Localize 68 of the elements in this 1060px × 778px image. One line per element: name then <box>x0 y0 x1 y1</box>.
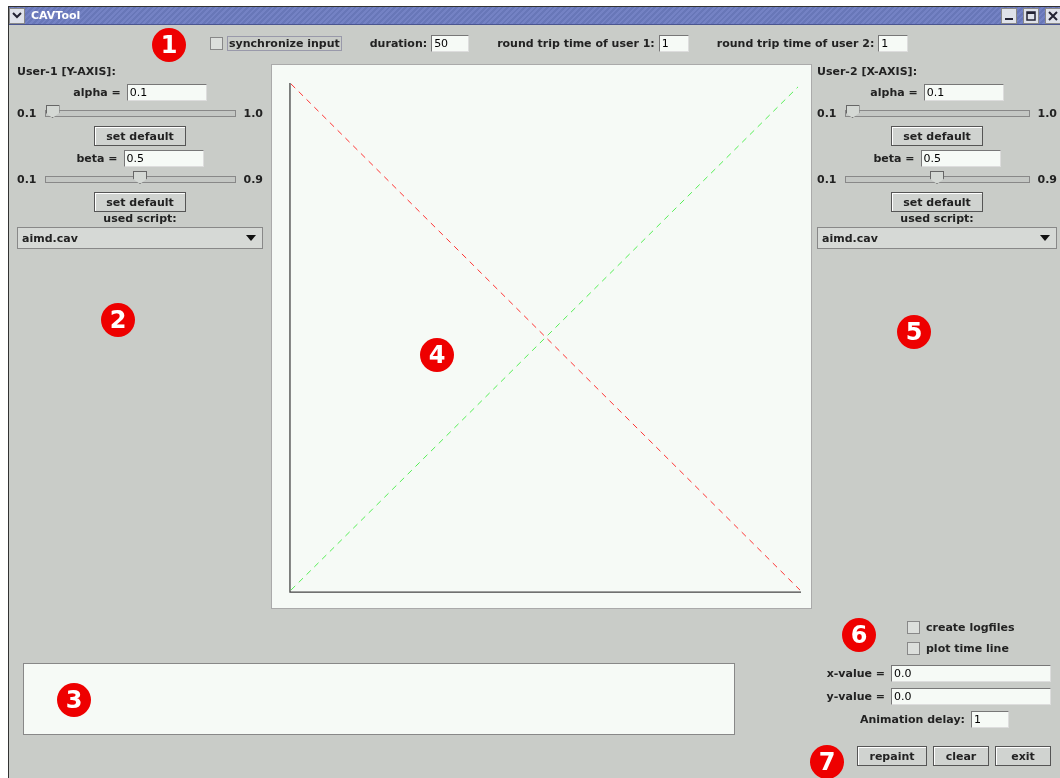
animation-delay-label: Animation delay: <box>860 713 965 726</box>
window-title: CAVTool <box>31 9 82 22</box>
maximize-icon <box>1026 10 1036 21</box>
slider-max-label: 1.0 <box>243 107 263 120</box>
number-badge: 6 <box>842 618 876 652</box>
script-label: used script: <box>899 212 975 225</box>
parameter-label: alpha = <box>73 86 121 99</box>
value-field[interactable]: 0.0 <box>891 665 1051 682</box>
slider-min-label: 0.1 <box>817 173 837 186</box>
close-icon <box>1048 10 1058 21</box>
set-default-button[interactable]: set default <box>94 126 186 146</box>
number-field[interactable]: 1 <box>658 34 689 52</box>
slider-thumb[interactable] <box>845 105 860 118</box>
maximize-button[interactable] <box>1023 7 1039 24</box>
action-button[interactable]: clear <box>933 746 989 766</box>
minimize-button[interactable] <box>1001 7 1017 24</box>
field-label: round trip time of user 1: <box>497 36 655 50</box>
slider-max-label: 1.0 <box>1037 107 1057 120</box>
slider-min-label: 0.1 <box>17 173 37 186</box>
option-checkbox[interactable] <box>907 642 920 655</box>
number-field[interactable]: 1 <box>878 34 909 52</box>
animation-delay-field[interactable]: 1 <box>971 711 1009 728</box>
set-default-button[interactable]: set default <box>891 192 983 212</box>
slider-max-label: 0.9 <box>1037 173 1057 186</box>
parameter-label: beta = <box>76 152 118 165</box>
caret-icon <box>1040 235 1050 241</box>
number-field[interactable]: 50 <box>431 34 470 52</box>
synchronize-label: synchronize input <box>227 35 342 51</box>
value-label: x-value = <box>826 667 885 680</box>
script-dropdown[interactable]: aimd.cav <box>817 227 1057 249</box>
set-default-button[interactable]: set default <box>94 192 186 212</box>
value-label: y-value = <box>826 690 885 703</box>
parameter-label: beta = <box>873 152 915 165</box>
parameter-field[interactable]: 0.5 <box>920 150 1001 167</box>
option-label: create logfiles <box>926 621 1015 634</box>
chevron-down-icon <box>12 12 22 19</box>
number-badge: 1 <box>152 28 186 62</box>
parameter-field[interactable]: 0.1 <box>126 84 207 101</box>
number-badge: 2 <box>101 303 135 337</box>
slider-min-label: 0.1 <box>817 107 837 120</box>
output-text-area[interactable] <box>23 663 735 735</box>
synchronize-checkbox[interactable] <box>210 36 223 50</box>
field-label: duration: <box>369 36 428 50</box>
value-field[interactable]: 0.0 <box>891 688 1051 705</box>
script-label: used script: <box>102 212 178 225</box>
close-button[interactable] <box>1045 7 1060 24</box>
caret-icon <box>246 235 256 241</box>
option-label: plot time line <box>926 642 1009 655</box>
script-dropdown[interactable]: aimd.cav <box>17 227 263 249</box>
slider-thumb[interactable] <box>133 171 147 184</box>
parameter-label: alpha = <box>870 86 918 99</box>
number-badge: 7 <box>810 745 844 778</box>
slider-max-label: 0.9 <box>243 173 263 186</box>
user-title: User-2 [X-AXIS]: <box>817 65 919 78</box>
action-button[interactable]: exit <box>995 746 1051 766</box>
action-button[interactable]: repaint <box>857 746 927 766</box>
set-default-button[interactable]: set default <box>891 126 983 146</box>
option-checkbox[interactable] <box>907 621 920 634</box>
slider-thumb[interactable] <box>930 171 944 184</box>
slider-min-label: 0.1 <box>17 107 37 120</box>
user-title: User-1 [Y-AXIS]: <box>17 65 117 78</box>
parameter-field[interactable]: 0.1 <box>923 84 1004 101</box>
number-badge: 5 <box>897 315 931 349</box>
slider-thumb[interactable] <box>45 105 60 118</box>
parameter-field[interactable]: 0.5 <box>123 150 204 167</box>
field-label: round trip time of user 2: <box>716 36 875 50</box>
window-menu-button[interactable] <box>9 7 25 24</box>
minimize-icon <box>1005 17 1013 20</box>
